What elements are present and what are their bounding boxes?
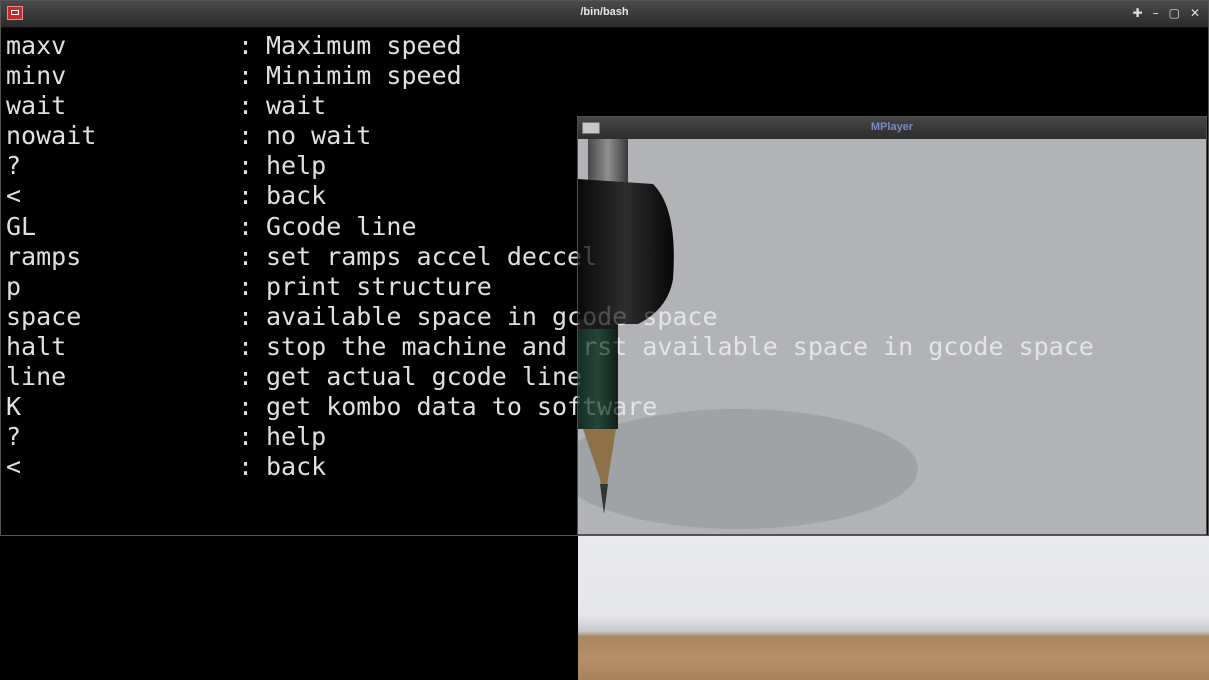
command-description: help <box>266 422 327 452</box>
command-name: maxv <box>6 31 67 60</box>
command-name: space <box>6 301 82 331</box>
command-name: < <box>6 452 22 482</box>
terminal-line: minv: Minimim speed <box>6 61 1094 91</box>
separator: : <box>238 121 254 151</box>
command-name: ? <box>6 422 22 452</box>
mplayer-window[interactable]: MPlayer <box>577 116 1207 535</box>
command-description: Maximum speed <box>266 31 462 60</box>
command-name: < <box>6 181 22 211</box>
mplayer-video[interactable] <box>578 139 1206 534</box>
separator: : <box>238 331 254 361</box>
command-description: help <box>266 151 327 181</box>
command-description: Minimim speed <box>266 61 462 91</box>
command-description: back <box>266 452 327 482</box>
command-name: nowait <box>6 121 97 151</box>
mplayer-titlebar[interactable]: MPlayer <box>578 117 1206 139</box>
minimize-icon[interactable]: – <box>1153 5 1159 21</box>
separator: : <box>238 91 254 121</box>
terminal-title: /bin/bash <box>580 6 629 18</box>
window-controls: ✚ – ▢ ✕ <box>1133 5 1200 21</box>
pin-icon[interactable]: ✚ <box>1133 5 1143 21</box>
command-name: line <box>6 362 67 392</box>
separator: : <box>238 31 254 60</box>
command-name: wait <box>6 91 67 121</box>
separator: : <box>238 392 254 422</box>
separator: : <box>238 301 254 331</box>
terminal-line: maxv: Maximum speed <box>6 31 1094 61</box>
separator: : <box>238 452 254 482</box>
maximize-icon[interactable]: ▢ <box>1169 5 1180 21</box>
separator: : <box>238 362 254 392</box>
command-name: p <box>6 271 22 301</box>
close-icon[interactable]: ✕ <box>1190 5 1200 21</box>
command-description: get actual gcode line <box>266 362 583 392</box>
command-name: ? <box>6 151 22 181</box>
mplayer-title: MPlayer <box>870 121 914 133</box>
terminal-titlebar[interactable]: /bin/bash ✚ – ▢ ✕ <box>1 1 1208 28</box>
separator: : <box>238 61 254 91</box>
video-background-region <box>578 536 1209 680</box>
separator: : <box>238 211 254 241</box>
command-description: print structure <box>266 271 492 301</box>
separator: : <box>238 181 254 211</box>
separator: : <box>238 241 254 271</box>
command-description: wait <box>266 91 327 121</box>
command-name: minv <box>6 61 67 91</box>
separator: : <box>238 422 254 452</box>
separator: : <box>238 151 254 181</box>
separator: : <box>238 271 254 301</box>
pen-plotter-image <box>578 139 1206 534</box>
command-name: GL <box>6 211 37 241</box>
command-name: ramps <box>6 241 82 271</box>
command-description: back <box>266 181 327 211</box>
command-name: K <box>6 392 22 422</box>
command-description: set ramps accel deccel <box>266 241 598 271</box>
command-description: no wait <box>266 121 372 151</box>
command-name: halt <box>6 331 67 361</box>
command-description: Gcode line <box>266 211 417 241</box>
